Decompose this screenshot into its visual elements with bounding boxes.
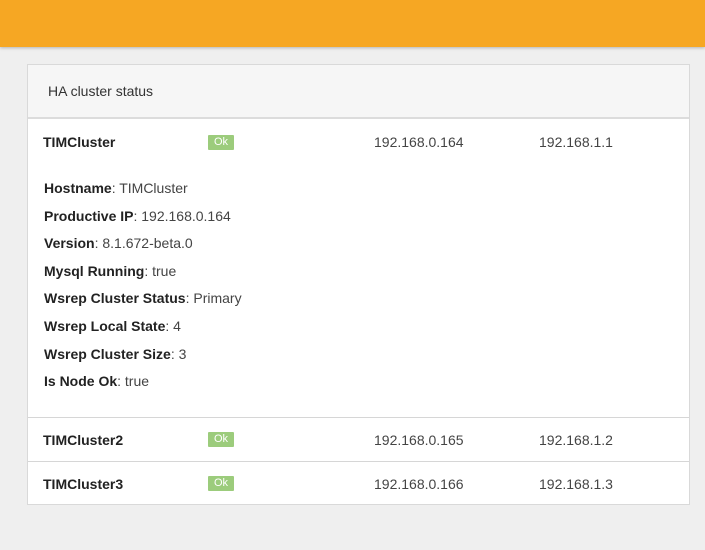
detail-value: : 192.168.0.164 [133, 207, 231, 224]
detail-wsrep-cluster-size: Wsrep Cluster Size: 3 [44, 341, 689, 369]
detail-value: : TIMCluster [111, 180, 188, 196]
detail-label: Hostname [44, 180, 112, 196]
detail-label: Version [44, 235, 95, 252]
detail-label: Productive IP [44, 207, 134, 224]
detail-value: : true [117, 373, 150, 390]
node-ip-secondary: 192.168.1.3 [539, 475, 613, 492]
detail-label: Is Node Ok [44, 373, 118, 390]
detail-value: : 8.1.672-beta.0 [94, 235, 193, 252]
node-details: Hostname: TIMCluster Productive IP: 192.… [28, 165, 689, 417]
node-ip-primary: 192.168.0.165 [374, 431, 464, 448]
detail-is-node-ok: Is Node Ok: true [44, 368, 689, 396]
status-badge: Ok [208, 432, 235, 447]
status-badge: Ok [208, 134, 235, 150]
detail-value: : 4 [165, 317, 181, 334]
node-ip-secondary: 192.168.1.2 [539, 431, 613, 448]
top-bar [0, 0, 705, 47]
ha-cluster-panel: HA cluster status TIMCluster Ok 192.168.… [27, 64, 690, 505]
detail-value: : true [144, 262, 177, 279]
detail-mysql-running: Mysql Running: true [44, 258, 689, 286]
detail-label: Wsrep Cluster Status [44, 290, 186, 307]
detail-hostname: Hostname: TIMCluster [44, 175, 689, 203]
detail-productive-ip: Productive IP: 192.168.0.164 [44, 203, 689, 231]
detail-value: : 3 [170, 345, 187, 362]
cluster-node-row[interactable]: TIMCluster3 Ok 192.168.0.166 192.168.1.3 [28, 461, 689, 505]
panel-title: HA cluster status [28, 65, 689, 119]
detail-wsrep-cluster-status: Wsrep Cluster Status: Primary [44, 285, 689, 313]
node-ip-primary: 192.168.0.164 [374, 134, 464, 150]
cluster-node-row[interactable]: TIMCluster2 Ok 192.168.0.165 192.168.1.2 [28, 417, 689, 461]
detail-label: Mysql Running [44, 262, 145, 279]
cluster-node-row[interactable]: TIMCluster Ok 192.168.0.164 192.168.1.1 [28, 119, 689, 165]
node-ip-secondary: 192.168.1.1 [539, 134, 613, 150]
detail-value: : Primary [185, 290, 242, 307]
node-ip-primary: 192.168.0.166 [374, 475, 464, 492]
detail-wsrep-local-state: Wsrep Local State: 4 [44, 313, 689, 341]
node-name: TIMCluster [43, 134, 116, 150]
node-name: TIMCluster3 [43, 475, 124, 492]
node-name: TIMCluster2 [43, 431, 124, 448]
detail-label: Wsrep Local State [44, 317, 166, 334]
status-badge: Ok [208, 476, 235, 491]
detail-label: Wsrep Cluster Size [44, 345, 171, 362]
detail-version: Version: 8.1.672-beta.0 [44, 230, 689, 258]
